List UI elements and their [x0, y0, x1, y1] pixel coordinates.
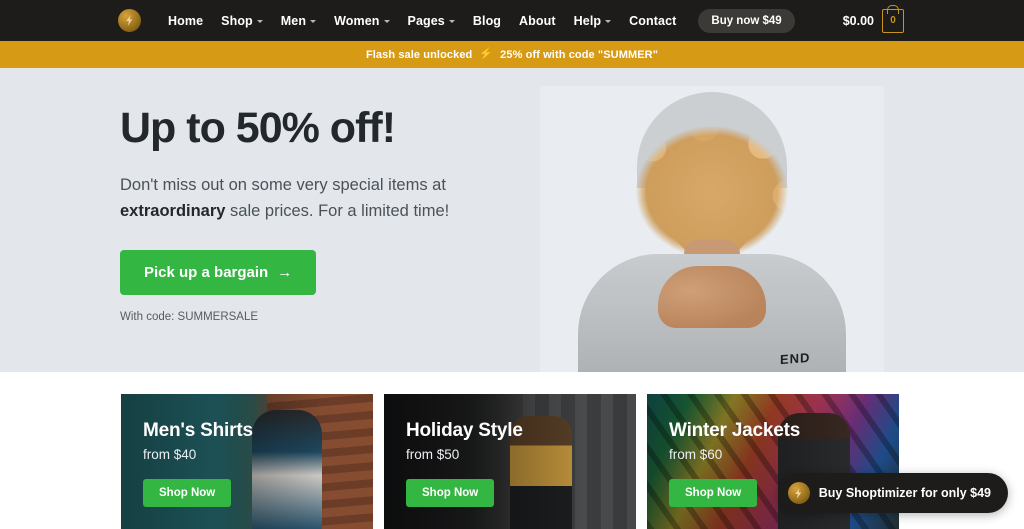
shopping-bag-icon[interactable]: 0 — [882, 8, 904, 33]
hero-section: Up to 50% off! Don't miss out on some ve… — [0, 68, 1024, 372]
cta-label: Pick up a bargain — [144, 264, 269, 282]
top-navigation-bar: Home Shop Men Women Pages Blog About Hel… — [0, 0, 1024, 41]
hero-subtitle: Don't miss out on some very special item… — [120, 173, 450, 224]
card-title: Winter Jackets — [669, 420, 801, 441]
hero-promo-code-note: With code: SUMMERSALE — [120, 311, 259, 324]
chevron-down-icon — [383, 20, 390, 23]
nav-item-men[interactable]: Men — [272, 14, 325, 28]
card-price: from $60 — [669, 447, 723, 462]
buy-shoptimizer-badge[interactable]: Buy Shoptimizer for only $49 — [777, 473, 1008, 513]
card-price: from $50 — [406, 447, 460, 462]
chevron-down-icon — [256, 20, 263, 23]
hero-image — [540, 86, 884, 372]
nav-label: About — [519, 13, 556, 28]
nav-item-women[interactable]: Women — [325, 14, 398, 28]
category-card-holiday-style[interactable]: Holiday Style from $50 Shop Now — [384, 394, 636, 529]
card-content: Men's Shirts from $40 Shop Now — [143, 420, 253, 507]
chevron-down-icon — [605, 20, 612, 23]
nav-label: Men — [280, 13, 307, 28]
nav-label: Women — [334, 13, 380, 28]
announcement-text-before: Flash sale unlocked — [365, 48, 473, 61]
card-title: Holiday Style — [406, 420, 523, 441]
hero-subtitle-part2: sale prices. For a limited time! — [225, 201, 450, 220]
pick-up-a-bargain-button[interactable]: Pick up a bargain → — [120, 250, 317, 296]
nav-label: Pages — [407, 13, 445, 28]
nav-item-blog[interactable]: Blog — [464, 14, 510, 28]
nav-item-pages[interactable]: Pages — [399, 14, 464, 28]
nav-label: Help — [573, 13, 602, 28]
shop-now-button[interactable]: Shop Now — [406, 479, 495, 507]
hero-image-hands — [658, 266, 766, 328]
shop-now-button[interactable]: Shop Now — [669, 479, 758, 507]
lightning-bolt-logo-icon[interactable] — [118, 9, 141, 32]
nav-label: Blog — [472, 13, 502, 28]
announcement-text-after: 25% off with code "SUMMER" — [500, 48, 659, 61]
announcement-bar[interactable]: Flash sale unlocked ⚡ 25% off with code … — [0, 41, 1024, 68]
shop-now-button[interactable]: Shop Now — [143, 479, 232, 507]
buy-shoptimizer-label: Buy Shoptimizer for only $49 — [818, 486, 991, 500]
nav-item-about[interactable]: About — [510, 14, 565, 28]
arrow-right-icon: → — [277, 264, 293, 282]
card-title: Men's Shirts — [143, 420, 253, 441]
nav-item-contact[interactable]: Contact — [620, 14, 685, 28]
category-cards-row: Men's Shirts from $40 Shop Now Holiday S… — [121, 394, 899, 529]
buy-now-button[interactable]: Buy now $49 — [698, 8, 795, 33]
hero-subtitle-emphasis: extraordinary — [120, 201, 226, 220]
card-content: Holiday Style from $50 Shop Now — [406, 420, 523, 507]
nav-items-group: Home Shop Men Women Pages Blog About Hel… — [118, 8, 795, 33]
nav-label: Shop — [221, 13, 253, 28]
hero-subtitle-part1: Don't miss out on some very special item… — [120, 176, 446, 195]
chevron-down-icon — [448, 20, 455, 23]
lightning-bolt-logo-icon — [787, 482, 810, 504]
nav-item-shop[interactable]: Shop — [212, 14, 272, 28]
cart-total-amount: $0.00 — [842, 13, 874, 28]
nav-label: Contact — [629, 13, 677, 28]
chevron-down-icon — [310, 20, 317, 23]
cart-item-count: 0 — [890, 14, 896, 26]
nav-item-home[interactable]: Home — [159, 14, 212, 28]
cart-area: $0.00 0 — [843, 0, 904, 41]
category-card-mens-shirts[interactable]: Men's Shirts from $40 Shop Now — [121, 394, 373, 529]
hero-copy-block: Up to 50% off! Don't miss out on some ve… — [120, 104, 540, 324]
card-price: from $40 — [143, 447, 197, 462]
hero-heading: Up to 50% off! — [120, 104, 396, 152]
nav-label: Home — [168, 13, 204, 28]
nav-item-help[interactable]: Help — [565, 14, 621, 28]
lightning-bolt-icon: ⚡ — [479, 48, 494, 60]
